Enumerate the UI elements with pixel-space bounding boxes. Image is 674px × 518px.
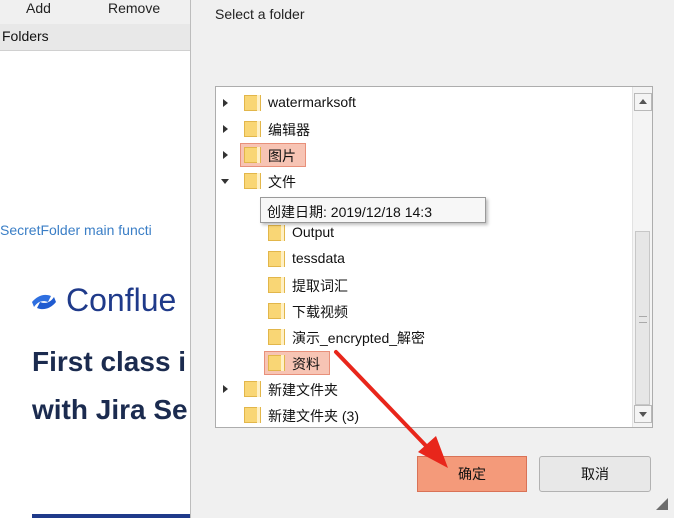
tree-item-new-folder[interactable]: 新建文件夹 [216,377,631,401]
resize-grip-icon[interactable] [656,498,668,510]
tree-item-editor[interactable]: 编辑器 [216,117,631,141]
tree-item-label: 新建文件夹 [268,382,338,398]
tree-item-pictures[interactable]: 图片 [216,143,631,167]
ad-headline-line-1: First class i [32,346,187,377]
folder-icon [244,173,261,189]
tree-item-label: tessdata [292,250,345,266]
tree-item-label: 提取词汇 [292,278,348,294]
tree-item-download-video[interactable]: 下载视频 [216,299,631,323]
remove-button[interactable]: Remove [108,0,160,16]
tree-item-label: 下载视频 [292,304,348,320]
confluence-logo-icon [32,294,56,310]
expand-arrow-icon[interactable] [220,377,232,401]
tree-item-output[interactable]: Output [216,221,631,245]
tree-item-label: 编辑器 [268,122,310,138]
expand-arrow-icon[interactable] [220,117,232,141]
tree-item-materials[interactable]: 资料 [216,351,631,375]
scroll-up-button[interactable] [634,93,652,111]
expand-arrow-icon[interactable] [220,143,232,167]
tree-item-label: 文件 [268,174,296,190]
confluence-logo-text: Conflue [66,282,177,318]
tree-item-new-folder-3[interactable]: 新建文件夹 (3) [216,403,631,427]
expand-arrow-icon[interactable] [220,91,232,115]
folders-header-label: Folders [2,28,49,44]
folder-icon [268,225,285,241]
ad-bottom-bar [32,514,190,518]
creation-date-tooltip: 创建日期: 2019/12/18 14:3 [260,197,486,223]
folder-icon [244,147,261,163]
background-app-window: Add Remove Folders SecretFolder main fun… [0,0,190,518]
folder-icon [244,121,261,137]
tree-item-watermarksoft[interactable]: watermarksoft [216,91,631,115]
select-folder-dialog: Select a folder watermarksoft 编辑器 图片 文件 [190,0,674,518]
folder-icon [244,95,261,111]
thumb-grip-icon [639,316,647,323]
folder-icon [268,251,285,267]
tree-item-label: watermarksoft [268,94,356,110]
tree-item-files[interactable]: 文件 [216,169,631,193]
collapse-arrow-icon[interactable] [220,169,232,193]
ok-button[interactable]: 确定 [417,456,527,492]
folder-icon [268,303,285,319]
folders-column-header: Folders [0,24,190,51]
folder-icon [244,381,261,397]
background-toolbar: Add Remove [0,0,190,24]
vertical-scrollbar[interactable] [632,87,652,427]
tree-item-label: 新建文件夹 (3) [268,408,359,424]
tree-item-label: 图片 [268,148,296,164]
tree-item-tessdata[interactable]: tessdata [216,247,631,271]
cancel-button[interactable]: 取消 [539,456,651,492]
tree-item-extract-words[interactable]: 提取词汇 [216,273,631,297]
folder-icon [268,329,285,345]
scroll-down-button[interactable] [634,405,652,423]
folder-icon [268,355,285,371]
tree-item-demo-encrypted[interactable]: 演示_encrypted_解密 [216,325,631,349]
dialog-title: Select a folder [215,6,305,22]
main-function-link[interactable]: SecretFolder main functi [0,222,152,238]
add-button[interactable]: Add [26,0,51,16]
tree-item-label: 资料 [292,356,320,372]
tree-item-label: 演示_encrypted_解密 [292,330,426,346]
tree-item-label: Output [292,224,335,240]
folder-tree[interactable]: watermarksoft 编辑器 图片 文件 Output tessdata … [215,86,653,428]
tooltip-text: 创建日期: 2019/12/18 14:3 [267,204,432,220]
folder-icon [244,407,261,423]
ad-headline-line-2: with Jira Se [32,394,188,425]
folder-icon [268,277,285,293]
scroll-thumb[interactable] [635,231,650,405]
